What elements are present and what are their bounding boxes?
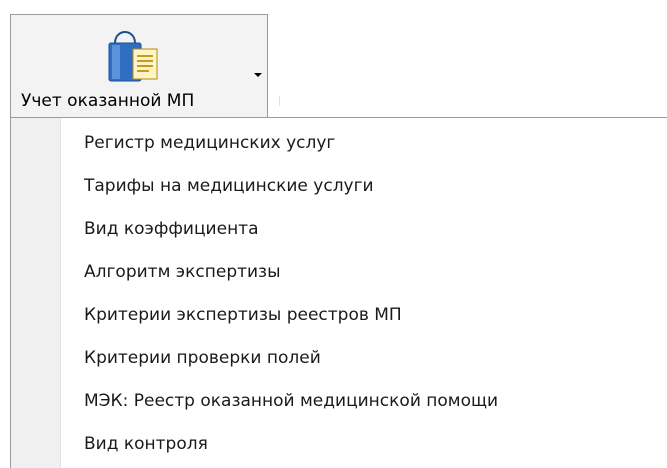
shopping-bag-document-icon (107, 30, 171, 85)
menu-item-expertise-algorithm[interactable]: Алгоритм экспертизы (11, 251, 667, 294)
menu-item-label: Вид коэффициента (84, 219, 259, 239)
menu-item-tariffs-medical-services[interactable]: Тарифы на медицинские услуги (11, 165, 667, 208)
dropdown-menu: Регистр медицинских услуг Тарифы на меди… (10, 117, 667, 468)
menu-item-label: Регистр медицинских услуг (84, 133, 336, 153)
menu-item-coefficient-type[interactable]: Вид коэффициента (11, 208, 667, 251)
menu-list: Регистр медицинских услуг Тарифы на меди… (11, 122, 667, 466)
menu-item-label: Тарифы на медицинские услуги (84, 176, 374, 196)
dropdown-arrow-icon[interactable] (254, 73, 262, 77)
menu-item-label: Алгоритм экспертизы (84, 262, 281, 282)
menu-item-mek-registry[interactable]: МЭК: Реестр оказанной медицинской помощи (11, 380, 667, 423)
ribbon-button-label: Учет оказанной МП (21, 91, 195, 111)
menu-item-label: МЭК: Реестр оказанной медицинской помощи (84, 391, 499, 411)
menu-item-label: Критерии проверки полей (84, 348, 321, 368)
menu-item-label: Критерии экспертизы реестров МП (84, 305, 402, 325)
menu-item-registry-medical-services[interactable]: Регистр медицинских услуг (11, 122, 667, 165)
menu-item-label: Вид контроля (84, 434, 208, 454)
ribbon-dropdown-button[interactable]: Учет оказанной МП (10, 14, 268, 118)
app-window: Учет оказанной МП Регистр медицинских ус… (0, 0, 667, 468)
menu-item-control-type[interactable]: Вид контроля (11, 423, 667, 466)
menu-item-registry-expertise-criteria[interactable]: Критерии экспертизы реестров МП (11, 294, 667, 337)
menu-item-field-check-criteria[interactable]: Критерии проверки полей (11, 337, 667, 380)
ribbon-separator (279, 96, 280, 106)
